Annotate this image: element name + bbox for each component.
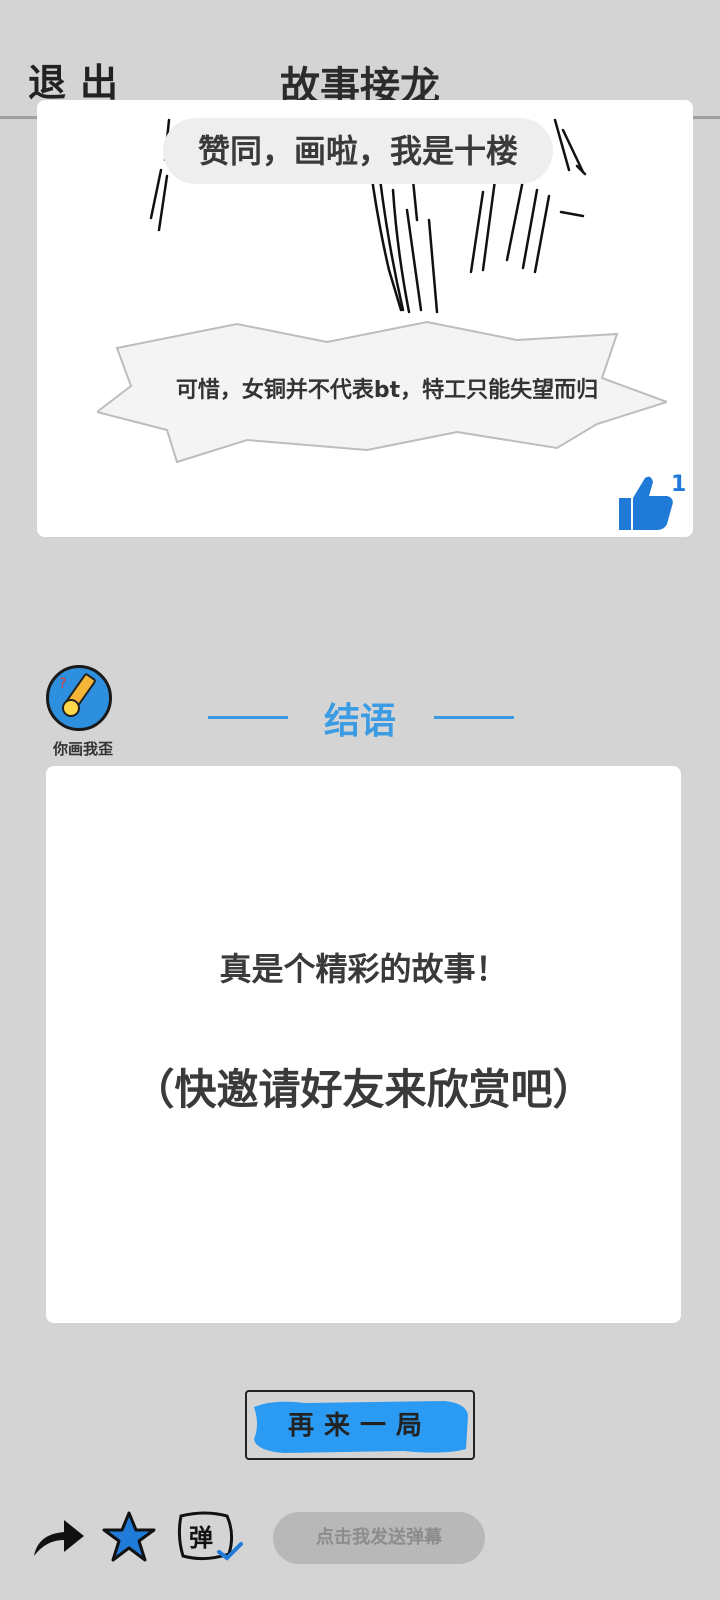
epilogue-title: 结语 (323, 701, 396, 742)
svg-text:?: ? (59, 676, 66, 692)
epilogue-invite: （快邀请好友来欣赏吧） (132, 1065, 595, 1114)
danmaku-icon-char: 弹 (189, 1524, 213, 1552)
epilogue-divider-left (208, 716, 288, 719)
danmaku-icon[interactable]: 弹 (175, 1508, 245, 1566)
app-avatar[interactable]: ? (46, 665, 112, 731)
epilogue-card: 真是个精彩的故事！ （快邀请好友来欣赏吧） (46, 766, 681, 1323)
epilogue-divider-right (434, 716, 514, 719)
story-caption-top: 赞同，画啦，我是十楼 (163, 118, 553, 184)
star-icon[interactable] (102, 1510, 156, 1564)
story-caption-bottom: 可惜，女铜并不代表bt，特工只能失望而归 (175, 378, 599, 403)
play-again-label[interactable]: 再来一局 (244, 1405, 476, 1442)
pencil-icon: ? (59, 673, 96, 717)
app-name: 你画我歪 (52, 740, 113, 758)
thumbs-up-icon[interactable] (615, 472, 677, 532)
danmaku-input[interactable]: 点击我发送弹幕 (273, 1512, 485, 1564)
story-card: 赞同，画啦，我是十楼 可惜，女铜并不代表bt，特工只能失望而归 1 (37, 100, 693, 537)
like-count: 1 (671, 472, 687, 497)
epilogue-message: 真是个精彩的故事！ (219, 950, 508, 988)
share-arrow-icon[interactable] (30, 1512, 86, 1560)
